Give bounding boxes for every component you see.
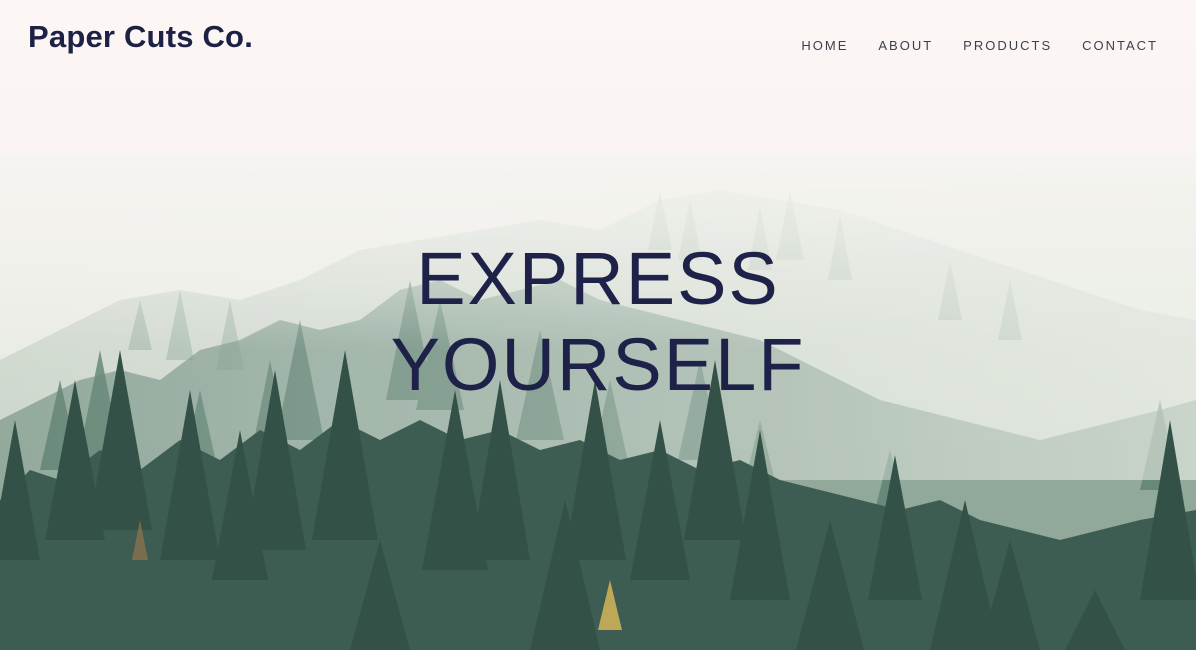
brand-logo[interactable]: Paper Cuts Co. (28, 19, 253, 55)
hero-headline-line2: YOURSELF (390, 323, 806, 406)
hero-headline: EXPRESS YOURSELF (0, 236, 1196, 408)
nav-products-link[interactable]: PRODUCTS (963, 38, 1052, 53)
nav-home-link[interactable]: HOME (801, 38, 848, 53)
main-nav: HOME ABOUT PRODUCTS CONTACT (771, 38, 1158, 53)
nav-contact-link[interactable]: CONTACT (1082, 38, 1158, 53)
nav-about-link[interactable]: ABOUT (878, 38, 933, 53)
hero-headline-line1: EXPRESS (416, 237, 780, 320)
landing-page: Paper Cuts Co. HOME ABOUT PRODUCTS CONTA… (0, 0, 1196, 650)
site-header: Paper Cuts Co. HOME ABOUT PRODUCTS CONTA… (0, 0, 1196, 90)
